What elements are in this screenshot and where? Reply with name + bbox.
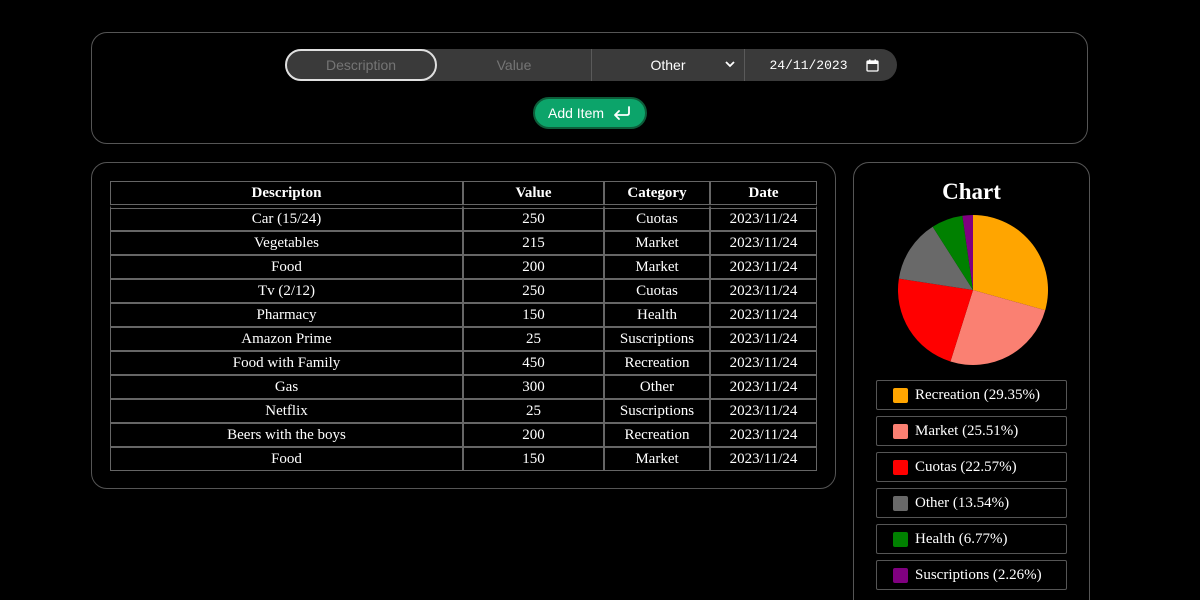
chart-card: Chart Recreation (29.35%) Market (25.51%)… [853, 162, 1090, 600]
table-row: Vegetables 215 Market 2023/11/24 [110, 231, 817, 255]
cell-date: 2023/11/24 [710, 351, 817, 375]
table-row: Beers with the boys 200 Recreation 2023/11/… [110, 423, 817, 447]
cell-description: Amazon Prime [110, 327, 463, 351]
table-body: Car (15/24) 250 Cuotas 2023/11/24 Vegetables… [110, 205, 817, 471]
table-row: Food with Family 450 Recreation 2023/11/24 [110, 351, 817, 375]
cell-category: Market [604, 447, 710, 471]
cell-description: Food with Family [110, 351, 463, 375]
description-input[interactable] [285, 49, 437, 81]
table-row: Food 150 Market 2023/11/24 [110, 447, 817, 471]
add-item-button[interactable]: Add Item [533, 97, 647, 129]
legend-label: Suscriptions (2.26%) [915, 566, 1042, 583]
table-row: Netflix 25 Suscriptions 2023/11/24 [110, 399, 817, 423]
cell-value: 200 [463, 255, 604, 279]
cell-value: 200 [463, 423, 604, 447]
legend-label: Recreation (29.35%) [915, 386, 1040, 403]
cell-value: 25 [463, 399, 604, 423]
cell-category: Recreation [604, 351, 710, 375]
table-row: Gas 300 Other 2023/11/24 [110, 375, 817, 399]
cell-category: Cuotas [604, 279, 710, 303]
cell-value: 150 [463, 303, 604, 327]
date-input-value: 24/11/2023 [769, 57, 848, 73]
value-input[interactable] [437, 49, 591, 81]
legend-label: Market (25.51%) [915, 422, 1019, 439]
cell-category: Suscriptions [604, 399, 710, 423]
cell-category: Other [604, 375, 710, 399]
cell-category: Suscriptions [604, 327, 710, 351]
legend-item: Market (25.51%) [876, 416, 1067, 446]
cell-description: Pharmacy [110, 303, 463, 327]
table-header-row: Descripton Value Category Date [110, 181, 817, 205]
cell-description: Tv (2/12) [110, 279, 463, 303]
cell-category: Health [604, 303, 710, 327]
cell-date: 2023/11/24 [710, 255, 817, 279]
legend-item: Other (13.54%) [876, 488, 1067, 518]
column-header-description: Descripton [110, 181, 463, 205]
column-header-value: Value [463, 181, 604, 205]
table-row: Amazon Prime 25 Suscriptions 2023/11/24 [110, 327, 817, 351]
category-select-value: Other [650, 57, 686, 73]
legend-swatch [893, 567, 908, 583]
cell-date: 2023/11/24 [710, 205, 817, 231]
legend-item: Cuotas (22.57%) [876, 452, 1067, 482]
legend-label: Health (6.77%) [915, 530, 1008, 547]
pie-chart [898, 215, 1048, 365]
legend-item: Health (6.77%) [876, 524, 1067, 554]
legend-item: Suscriptions (2.26%) [876, 560, 1067, 590]
table-row: Pharmacy 150 Health 2023/11/24 [110, 303, 817, 327]
legend-swatch [893, 423, 908, 439]
cell-date: 2023/11/24 [710, 327, 817, 351]
enter-icon [614, 106, 630, 120]
expenses-table: Descripton Value Category Date Car (15/2… [110, 181, 817, 471]
cell-value: 250 [463, 205, 604, 231]
column-header-category: Category [604, 181, 710, 205]
cell-description: Beers with the boys [110, 423, 463, 447]
cell-description: Vegetables [110, 231, 463, 255]
legend-label: Cuotas (22.57%) [915, 458, 1017, 475]
cell-value: 25 [463, 327, 604, 351]
cell-date: 2023/11/24 [710, 279, 817, 303]
table-row: Food 200 Market 2023/11/24 [110, 255, 817, 279]
cell-date: 2023/11/24 [710, 423, 817, 447]
cell-date: 2023/11/24 [710, 231, 817, 255]
legend-item: Recreation (29.35%) [876, 380, 1067, 410]
cell-category: Market [604, 231, 710, 255]
chart-title: Chart [942, 179, 1001, 204]
cell-category: Recreation [604, 423, 710, 447]
legend-label: Other (13.54%) [915, 494, 1010, 511]
add-expense-form: Other 24/11/2023 Add Item [91, 32, 1088, 144]
cell-value: 215 [463, 231, 604, 255]
column-header-date: Date [710, 181, 817, 205]
category-select[interactable]: Other [591, 49, 745, 81]
calendar-icon[interactable] [865, 59, 879, 72]
cell-category: Cuotas [604, 205, 710, 231]
date-input[interactable]: 24/11/2023 [745, 49, 897, 81]
legend-swatch [893, 531, 908, 547]
cell-date: 2023/11/24 [710, 447, 817, 471]
cell-value: 300 [463, 375, 604, 399]
legend-swatch [893, 387, 908, 403]
legend-swatch [893, 459, 908, 475]
cell-description: Gas [110, 375, 463, 399]
chevron-down-icon [725, 61, 735, 68]
expenses-table-card: Descripton Value Category Date Car (15/2… [91, 162, 836, 489]
chart-legend: Recreation (29.35%) Market (25.51%) Cuotas… [876, 380, 1067, 596]
cell-value: 450 [463, 351, 604, 375]
cell-description: Car (15/24) [110, 205, 463, 231]
input-bar: Other 24/11/2023 [285, 49, 897, 81]
table-row: Tv (2/12) 250 Cuotas 2023/11/24 [110, 279, 817, 303]
cell-date: 2023/11/24 [710, 399, 817, 423]
legend-swatch [893, 495, 908, 511]
cell-date: 2023/11/24 [710, 303, 817, 327]
cell-description: Food [110, 255, 463, 279]
cell-description: Food [110, 447, 463, 471]
cell-description: Netflix [110, 399, 463, 423]
cell-date: 2023/11/24 [710, 375, 817, 399]
table-row: Car (15/24) 250 Cuotas 2023/11/24 [110, 205, 817, 231]
cell-value: 150 [463, 447, 604, 471]
add-item-label: Add Item [547, 105, 605, 121]
cell-category: Market [604, 255, 710, 279]
cell-value: 250 [463, 279, 604, 303]
